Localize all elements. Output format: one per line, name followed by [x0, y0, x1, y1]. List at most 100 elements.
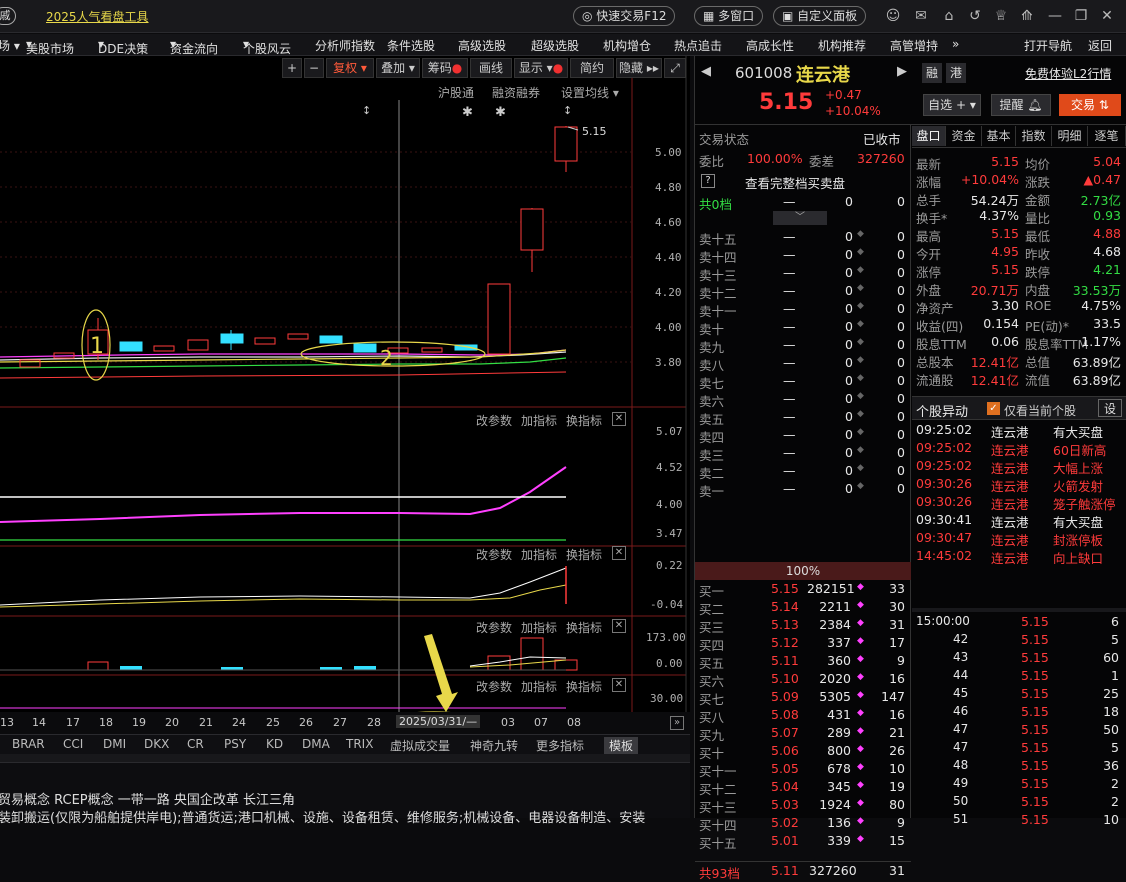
menu-item-analyst[interactable]: 分析师指数: [315, 37, 375, 54]
menu-item-advanced[interactable]: 高级选股: [458, 37, 506, 54]
mail-icon[interactable]: ✉: [912, 7, 930, 25]
menu-item-recommend[interactable]: 机构推荐: [818, 37, 866, 54]
yidong-settings-button[interactable]: 设: [1098, 399, 1122, 417]
close-panel-icon[interactable]: ✕: [612, 412, 626, 426]
event-time[interactable]: 14:45:02: [916, 548, 972, 566]
kline-chart-area[interactable]: + − 复权 ▾ 叠加 ▾ 筹码● 画线 显示 ▾● 简约 隐藏 ▸▸ ⤢ 沪股…: [0, 56, 690, 712]
indicator-kd[interactable]: KD: [266, 737, 283, 751]
tab-zhishu[interactable]: 指数: [1016, 126, 1052, 146]
event-time[interactable]: 09:25:02: [916, 440, 972, 458]
indicator-cci[interactable]: CCI: [63, 737, 83, 751]
event-time[interactable]: 09:30:41: [916, 512, 972, 530]
add-indicator-button[interactable]: 加指标: [521, 678, 557, 695]
event-time[interactable]: 09:30:26: [916, 476, 972, 494]
next-stock-icon[interactable]: ▶: [897, 64, 907, 79]
swap-indicator-button[interactable]: 换指标: [566, 619, 602, 636]
change-param-button[interactable]: 改参数: [476, 412, 512, 429]
add-indicator-button[interactable]: 加指标: [521, 412, 557, 429]
menu-item-institution-add[interactable]: 机构增仓: [603, 37, 651, 54]
menu-item-growth[interactable]: 高成长性: [746, 37, 794, 54]
swap-indicator-button[interactable]: 换指标: [566, 546, 602, 563]
scroll-right-icon[interactable]: »: [670, 716, 684, 730]
event-stock[interactable]: 连云港: [991, 530, 1029, 548]
restore-icon[interactable]: ⟰: [1018, 7, 1036, 25]
tab-mingxi[interactable]: 明细: [1052, 126, 1088, 146]
close-icon[interactable]: ✕: [1098, 7, 1116, 25]
menu-item-dde[interactable]: DDE决策 ▾: [98, 37, 148, 56]
indicator-dmi[interactable]: DMI: [103, 737, 126, 751]
change-param-button[interactable]: 改参数: [476, 619, 512, 636]
menu-more-icon[interactable]: »: [952, 37, 959, 51]
event-stock[interactable]: 连云港: [991, 512, 1029, 530]
event-type[interactable]: 封涨停板: [1053, 530, 1103, 548]
menu-item-back[interactable]: 返回: [1088, 37, 1112, 54]
menu-item-exec-increase[interactable]: 高管增持: [890, 37, 938, 54]
indicator-dkx[interactable]: DKX: [144, 737, 169, 751]
indicator-virtual-volume[interactable]: 虚拟成交量: [390, 737, 450, 754]
menu-item-hotspot[interactable]: 热点追击: [674, 37, 722, 54]
indicator-magic-nine[interactable]: 神奇九转: [470, 737, 518, 754]
swap-indicator-button[interactable]: 换指标: [566, 678, 602, 695]
event-stock[interactable]: 连云港: [991, 476, 1029, 494]
event-time[interactable]: 09:25:02: [916, 422, 972, 440]
event-time[interactable]: 09:30:47: [916, 530, 972, 548]
indicator-psy[interactable]: PSY: [224, 737, 246, 751]
event-type[interactable]: 有大买盘: [1053, 422, 1103, 440]
indicator-brar[interactable]: BRAR: [12, 737, 45, 751]
home-icon[interactable]: ⌂: [940, 7, 958, 25]
event-stock[interactable]: 连云港: [991, 458, 1029, 476]
tab-pankou[interactable]: 盘口: [912, 126, 946, 146]
swap-indicator-button[interactable]: 换指标: [566, 412, 602, 429]
event-time[interactable]: 09:30:26: [916, 494, 972, 512]
refresh-icon[interactable]: ↺: [966, 7, 984, 25]
menu-item-stock-wind[interactable]: 个股风云 ▾: [243, 37, 291, 56]
event-type[interactable]: 火箭发射: [1053, 476, 1103, 494]
menu-item-open-nav[interactable]: 打开导航: [1024, 37, 1072, 54]
indicator-more[interactable]: 更多指标: [536, 737, 584, 754]
close-panel-icon[interactable]: ✕: [612, 619, 626, 633]
menu-item-us-market[interactable]: 美股市场 ▾: [26, 37, 74, 56]
tab-zhubi[interactable]: 逐笔: [1088, 126, 1126, 146]
event-stock[interactable]: 连云港: [991, 440, 1029, 458]
l2-trial-link[interactable]: 免费体验L2行情: [1025, 65, 1111, 82]
event-type[interactable]: 向上缺口: [1053, 548, 1103, 566]
change-param-button[interactable]: 改参数: [476, 678, 512, 695]
add-indicator-button[interactable]: 加指标: [521, 546, 557, 563]
watchlist-button[interactable]: 自选 + ▾: [923, 94, 981, 116]
prev-stock-icon[interactable]: ◀: [701, 64, 711, 79]
indicator-cr[interactable]: CR: [187, 737, 204, 751]
change-param-button[interactable]: 改参数: [476, 546, 512, 563]
menu-item-condition[interactable]: 条件选股: [387, 37, 435, 54]
maximize-icon[interactable]: ❐: [1072, 7, 1090, 25]
event-stock[interactable]: 连云港: [991, 494, 1029, 512]
only-current-label[interactable]: 仅看当前个股: [1004, 402, 1076, 419]
minimize-icon[interactable]: —: [1046, 7, 1064, 25]
only-current-checkbox[interactable]: ✓: [987, 402, 1000, 415]
add-indicator-button[interactable]: 加指标: [521, 619, 557, 636]
indicator-template[interactable]: 模板: [604, 737, 639, 754]
event-type[interactable]: 有大买盘: [1053, 512, 1103, 530]
indicator-dma[interactable]: DMA: [302, 737, 330, 751]
menu-item-fund-flow[interactable]: 资金流向 ▾: [170, 37, 218, 56]
event-type[interactable]: 60日新高: [1053, 440, 1106, 458]
event-stock[interactable]: 连云港: [991, 548, 1029, 566]
user-icon[interactable]: ☺: [884, 7, 902, 25]
close-panel-icon[interactable]: ✕: [612, 546, 626, 560]
quick-trade-button[interactable]: ◎ 快速交易F12: [573, 6, 676, 26]
full-book-link[interactable]: 查看完整档买卖盘: [745, 173, 845, 192]
tab-zijin[interactable]: 资金: [946, 126, 982, 146]
event-type[interactable]: 笼子触涨停: [1053, 494, 1116, 512]
menu-item-super[interactable]: 超级选股: [531, 37, 579, 54]
indicator-trix[interactable]: TRIX: [346, 737, 373, 751]
alert-button[interactable]: 提醒 🔔︎: [991, 94, 1051, 116]
trade-button[interactable]: 交易 ⇅: [1059, 94, 1121, 116]
app-title[interactable]: 2025人气看盘工具: [46, 8, 149, 25]
expand-chevron-icon[interactable]: ﹀: [773, 211, 827, 225]
event-time[interactable]: 09:25:02: [916, 458, 972, 476]
help-icon[interactable]: ?: [701, 174, 715, 188]
tab-jiben[interactable]: 基本: [982, 126, 1016, 146]
event-type[interactable]: 大幅上涨: [1053, 458, 1103, 476]
custom-panel-button[interactable]: ▣ 自定义面板: [773, 6, 867, 26]
menu-item-partial[interactable]: 场 ▾: [0, 37, 20, 54]
close-panel-icon[interactable]: ✕: [612, 678, 626, 692]
